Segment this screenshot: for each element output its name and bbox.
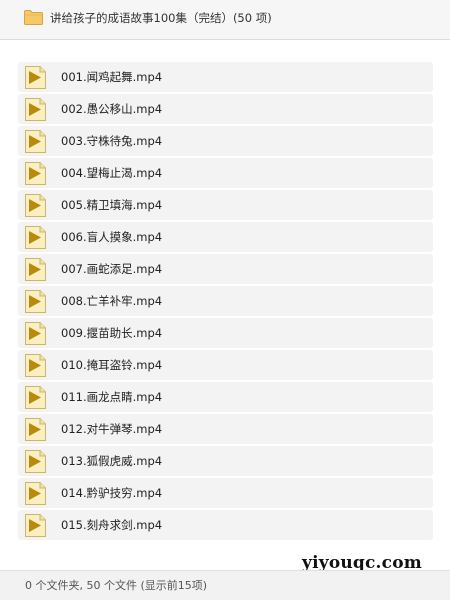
file-row[interactable]: 005.精卫填海.mp4 (18, 190, 433, 220)
video-file-icon (25, 290, 46, 313)
file-row[interactable]: 007.画蛇添足.mp4 (18, 254, 433, 284)
file-name: 004.望梅止渴.mp4 (61, 166, 163, 180)
file-name: 005.精卫填海.mp4 (61, 198, 163, 212)
folder-title: 讲给孩子的成语故事100集（完结）(50 项) (50, 11, 272, 25)
video-file-icon (25, 66, 46, 89)
folder-icon (24, 10, 43, 25)
video-file-icon (25, 514, 46, 537)
file-row[interactable]: 002.愚公移山.mp4 (18, 94, 433, 124)
file-name: 008.亡羊补牢.mp4 (61, 294, 163, 308)
video-file-icon (25, 322, 46, 345)
file-row[interactable]: 013.狐假虎威.mp4 (18, 446, 433, 476)
video-file-icon (25, 482, 46, 505)
file-row[interactable]: 015.刻舟求剑.mp4 (18, 510, 433, 540)
file-name: 006.盲人摸象.mp4 (61, 230, 163, 244)
status-bar: 0 个文件夹, 50 个文件 (显示前15项) (0, 570, 450, 600)
video-file-icon (25, 226, 46, 249)
title-bar: 讲给孩子的成语故事100集（完结）(50 项) (0, 0, 450, 40)
video-file-icon (25, 386, 46, 409)
file-row[interactable]: 014.黔驴技穷.mp4 (18, 478, 433, 508)
file-name: 011.画龙点睛.mp4 (61, 390, 163, 404)
file-list: 001.闻鸡起舞.mp4 002.愚公移山.mp4 003.守株待兔.mp4 004.… (18, 62, 433, 542)
file-name: 015.刻舟求剑.mp4 (61, 518, 163, 532)
video-file-icon (25, 162, 46, 185)
file-name: 009.揠苗助长.mp4 (61, 326, 163, 340)
video-file-icon (25, 450, 46, 473)
file-row[interactable]: 006.盲人摸象.mp4 (18, 222, 433, 252)
file-name: 012.对牛弹琴.mp4 (61, 422, 163, 436)
file-name: 014.黔驴技穷.mp4 (61, 486, 163, 500)
video-file-icon (25, 258, 46, 281)
file-name: 013.狐假虎威.mp4 (61, 454, 163, 468)
file-list-panel: 001.闻鸡起舞.mp4 002.愚公移山.mp4 003.守株待兔.mp4 004.… (0, 40, 450, 570)
file-row[interactable]: 003.守株待兔.mp4 (18, 126, 433, 156)
file-row[interactable]: 004.望梅止渴.mp4 (18, 158, 433, 188)
file-row[interactable]: 008.亡羊补牢.mp4 (18, 286, 433, 316)
file-name: 001.闻鸡起舞.mp4 (61, 70, 163, 84)
file-name: 007.画蛇添足.mp4 (61, 262, 163, 276)
video-file-icon (25, 354, 46, 377)
video-file-icon (25, 130, 46, 153)
file-row[interactable]: 001.闻鸡起舞.mp4 (18, 62, 433, 92)
video-file-icon (25, 418, 46, 441)
file-name: 003.守株待兔.mp4 (61, 134, 163, 148)
file-browser-window: 讲给孩子的成语故事100集（完结）(50 项) 001.闻鸡起舞.mp4 002.… (0, 0, 450, 600)
video-file-icon (25, 98, 46, 121)
file-name: 010.掩耳盗铃.mp4 (61, 358, 163, 372)
file-row[interactable]: 009.揠苗助长.mp4 (18, 318, 433, 348)
video-file-icon (25, 194, 46, 217)
file-row[interactable]: 010.掩耳盗铃.mp4 (18, 350, 433, 380)
file-name: 002.愚公移山.mp4 (61, 102, 163, 116)
file-row[interactable]: 012.对牛弹琴.mp4 (18, 414, 433, 444)
file-row[interactable]: 011.画龙点睛.mp4 (18, 382, 433, 412)
status-text: 0 个文件夹, 50 个文件 (显示前15项) (25, 579, 208, 592)
